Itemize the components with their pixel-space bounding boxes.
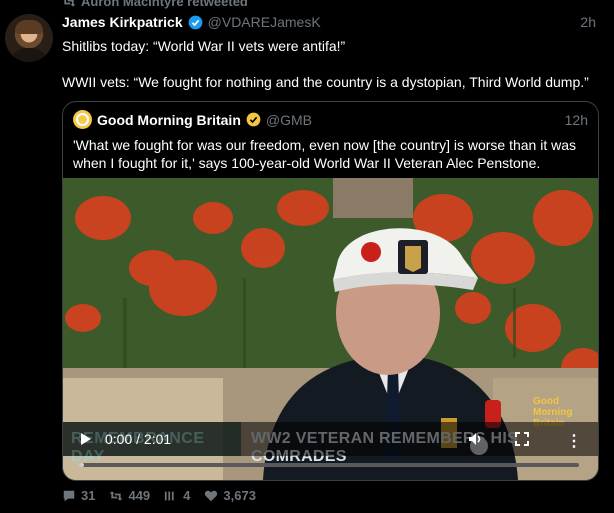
- volume-icon[interactable]: [468, 432, 484, 446]
- tweet-line-1: Shitlibs today: “World War II vets were …: [62, 38, 346, 54]
- heart-icon: [205, 490, 218, 501]
- tweet-time[interactable]: 2h: [580, 14, 596, 30]
- retweet-text: Auron MacIntyre retweeted: [81, 0, 248, 9]
- video-controls: 0:00 / 2:01 ⋮: [63, 422, 598, 456]
- video-progress-bar[interactable]: [79, 463, 579, 467]
- retweet-context: Auron MacIntyre retweeted: [62, 0, 248, 9]
- quote-icon: [165, 491, 174, 500]
- like-button[interactable]: 3,673: [204, 488, 256, 503]
- video-timecode: 0:00 / 2:01: [105, 431, 172, 447]
- reply-icon: [63, 490, 75, 501]
- retweet-count: 449: [128, 488, 151, 503]
- author-name[interactable]: James Kirkpatrick: [62, 14, 183, 30]
- tweet-text: Shitlibs today: “World War II vets were …: [62, 37, 602, 91]
- reply-count: 31: [81, 488, 96, 503]
- reply-button[interactable]: 31: [62, 488, 95, 503]
- play-icon[interactable]: [81, 433, 91, 445]
- quoted-handle[interactable]: @GMB: [266, 112, 312, 128]
- video-progress-fill: [79, 463, 84, 467]
- quoted-time[interactable]: 12h: [565, 112, 588, 128]
- retweet-button[interactable]: 449: [109, 488, 150, 503]
- tweet-actions: 31 449 4 3,673: [62, 488, 256, 503]
- quoted-header: Good Morning Britain @GMB 12h: [73, 110, 588, 129]
- quoted-text: 'What we fought for was our freedom, eve…: [73, 137, 577, 171]
- verified-badge-icon: [188, 15, 203, 29]
- gmb-logo-icon: [73, 110, 92, 129]
- retweet-icon: [110, 490, 123, 501]
- like-count: 3,673: [223, 488, 256, 503]
- gold-verified-badge-icon: [246, 112, 261, 127]
- quoted-author-name[interactable]: Good Morning Britain: [97, 112, 241, 128]
- quoted-tweet[interactable]: Good Morning Britain @GMB 12h 'What we f…: [62, 101, 599, 481]
- quote-button[interactable]: 4: [164, 488, 190, 503]
- tweet-line-2: WWII vets: “We fought for nothing and th…: [62, 74, 589, 90]
- avatar[interactable]: [5, 14, 53, 62]
- fullscreen-icon[interactable]: [515, 432, 529, 446]
- video-player[interactable]: REMEMBRANCE DAY WW2 VETERAN REMEMBERS HI…: [63, 178, 598, 480]
- retweet-icon: [64, 0, 76, 7]
- quote-count: 4: [183, 488, 191, 503]
- more-options-icon[interactable]: ⋮: [566, 431, 582, 451]
- tweet-header: James Kirkpatrick @VDAREJamesK 2h: [62, 14, 596, 30]
- author-handle[interactable]: @VDAREJamesK: [208, 14, 321, 30]
